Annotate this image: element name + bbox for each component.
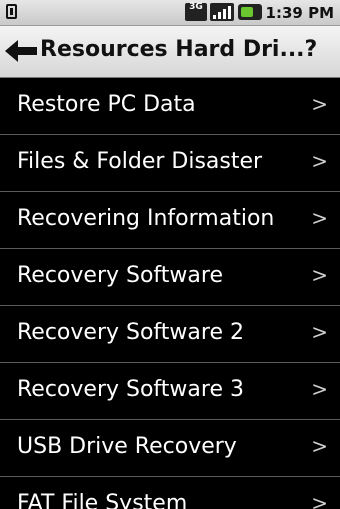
chevron-right-icon: > (311, 149, 328, 173)
chevron-right-icon: > (311, 320, 328, 344)
list-item-label: Restore PC Data (17, 92, 196, 117)
menu-list: Restore PC Data > Files & Folder Disaste… (0, 78, 340, 509)
list-item-recovery-software[interactable]: Recovery Software > (0, 249, 340, 306)
list-item-usb-drive-recovery[interactable]: USB Drive Recovery > (0, 420, 340, 477)
signal-strength-icon (210, 3, 234, 21)
status-time: 1:39 PM (265, 4, 334, 22)
chevron-right-icon: > (311, 92, 328, 116)
sim-card-icon (6, 4, 17, 19)
list-item-label: Files & Folder Disaster (17, 149, 263, 174)
battery-icon (238, 4, 262, 20)
list-item-fat-file-system[interactable]: FAT File System > (0, 477, 340, 509)
app-screen: 3G 1:39 PM Resources Hard Dri...? Restor… (0, 0, 340, 509)
list-item-restore-pc-data[interactable]: Restore PC Data > (0, 78, 340, 135)
network-badge: 3G (189, 2, 203, 12)
chevron-right-icon: > (311, 263, 328, 287)
chevron-right-icon: > (311, 434, 328, 458)
list-item-recovery-software-2[interactable]: Recovery Software 2 > (0, 306, 340, 363)
network-3g-icon: 3G (185, 3, 207, 21)
list-item-label: FAT File System (17, 491, 188, 509)
list-item-label: Recovering Information (17, 206, 275, 231)
chevron-right-icon: > (311, 206, 328, 230)
list-item-label: Recovery Software 2 (17, 320, 244, 345)
status-bar: 3G 1:39 PM (0, 0, 340, 26)
list-item-recovering-information[interactable]: Recovering Information > (0, 192, 340, 249)
list-item-recovery-software-3[interactable]: Recovery Software 3 > (0, 363, 340, 420)
list-item-label: Recovery Software 3 (17, 377, 244, 402)
list-item-label: Recovery Software (17, 263, 223, 288)
chevron-right-icon: > (311, 377, 328, 401)
list-item-label: USB Drive Recovery (17, 434, 237, 459)
list-item-files-folder-disaster[interactable]: Files & Folder Disaster > (0, 135, 340, 192)
chevron-right-icon: > (311, 491, 328, 509)
page-title: Resources Hard Dri...? (40, 37, 318, 62)
back-arrow-icon[interactable] (5, 38, 39, 64)
title-bar: Resources Hard Dri...? (0, 26, 340, 78)
battery-level (241, 7, 253, 17)
